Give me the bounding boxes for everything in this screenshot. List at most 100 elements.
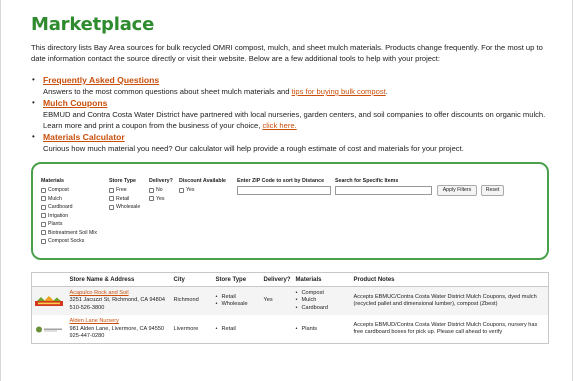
checkbox[interactable] — [41, 238, 46, 244]
checkbox[interactable] — [41, 230, 46, 236]
materials-cell: Plants — [294, 315, 352, 344]
checkbox[interactable] — [179, 187, 184, 193]
store-type-filter: Store Type Free Retail Wholesale — [109, 178, 140, 212]
filter-option-delivery-no[interactable]: No — [149, 186, 173, 195]
checkbox[interactable] — [149, 196, 154, 202]
tool-item-faq: • Frequently Asked Questions Answers to … — [32, 74, 559, 97]
store-phone: 925-447-0280 — [69, 333, 105, 340]
intro-text: This directory lists Bay Area sources fo… — [31, 43, 543, 63]
material-item: Compost — [296, 290, 350, 298]
stores-table: Store Name & Address City Store Type Del… — [31, 272, 549, 345]
material-item: Cardboard — [296, 305, 350, 313]
option-label: Compost Socks — [48, 238, 85, 245]
filter-option-delivery-yes[interactable]: Yes — [149, 195, 173, 204]
store-type-item: Retail — [216, 326, 260, 334]
material-item: Mulch — [296, 297, 350, 305]
faq-desc-end: . — [385, 87, 388, 96]
discount-filter: Discount Available Yes — [179, 178, 226, 195]
column-header-delivery: Delivery? — [261, 272, 294, 287]
checkbox[interactable] — [109, 196, 114, 202]
store-name-link[interactable]: Alden Lane Nursery — [70, 318, 170, 325]
option-label: Biotreatment Soil Mix — [48, 229, 98, 236]
search-items-input[interactable] — [335, 186, 432, 195]
store-type-cell: Retail Wholesale — [214, 287, 262, 316]
column-header-logo — [31, 272, 68, 287]
apply-filters-button[interactable]: Apply Filters — [437, 185, 477, 196]
checkbox[interactable] — [109, 204, 114, 210]
checkbox[interactable] — [41, 204, 46, 210]
delivery-cell: Yes — [263, 297, 273, 304]
checkbox[interactable] — [109, 187, 114, 193]
zip-filter: Enter ZIP Code to sort by Distance — [237, 178, 324, 186]
page-title: Marketplace — [31, 14, 155, 35]
option-label: No — [156, 187, 163, 194]
column-header-city: City — [171, 272, 214, 287]
filter-option-compost[interactable]: Compost — [41, 186, 97, 195]
filter-option-free[interactable]: Free — [109, 186, 140, 195]
bullet-icon: • — [32, 132, 35, 141]
bulk-compost-tips-link[interactable]: tips for buying bulk compost — [292, 87, 386, 96]
logo-cell — [32, 315, 68, 344]
store-type-item: Wholesale — [216, 301, 260, 309]
logo-cell — [32, 287, 68, 316]
filter-option-retail[interactable]: Retail — [109, 195, 140, 204]
search-filter-label: Search for Specific Items — [335, 178, 399, 184]
filter-option-biotreatment[interactable]: Biotreatment Soil Mix — [41, 229, 97, 238]
filter-option-irrigation[interactable]: Irrigation — [41, 212, 97, 221]
option-label: Plants — [48, 221, 63, 228]
zip-filter-label: Enter ZIP Code to sort by Distance — [237, 178, 325, 184]
store-type-filter-label: Store Type — [109, 178, 136, 184]
delivery-filter: Delivery? No Yes — [149, 178, 173, 203]
materials-calculator-link[interactable]: Materials Calculator — [43, 131, 559, 143]
store-cell: Alden Lane Nursery 981 Alden Lane, Liver… — [68, 315, 172, 344]
notes-cell: Accepts EBMUD/Contra Costa Water Distric… — [353, 321, 538, 336]
tools-list: • Frequently Asked Questions Answers to … — [32, 74, 559, 154]
tool-item-calculator: • Materials Calculator Curious how much … — [32, 131, 559, 154]
zip-code-input[interactable] — [237, 186, 331, 195]
store-type-item: Retail — [216, 294, 260, 302]
tool-item-coupons: • Mulch Coupons EBMUD and Contra Costa W… — [32, 97, 559, 131]
city-cell: Richmond — [173, 297, 199, 304]
page: Marketplace This directory lists Bay Are… — [0, 0, 573, 381]
delivery-cell — [262, 315, 294, 344]
option-label: Compost — [48, 187, 69, 194]
filter-panel: Materials Compost Mulch Cardboard Irriga… — [31, 162, 549, 260]
option-label: Yes — [186, 187, 195, 194]
materials-filter: Materials Compost Mulch Cardboard Irriga… — [41, 178, 97, 246]
checkbox[interactable] — [149, 187, 154, 193]
delivery-filter-label: Delivery? — [149, 178, 173, 184]
option-label: Wholesale — [116, 204, 141, 211]
mulch-coupons-link[interactable]: Mulch Coupons — [43, 97, 559, 109]
calculator-desc: Curious how much material you need? Our … — [43, 144, 464, 153]
checkbox[interactable] — [41, 196, 46, 202]
bullet-icon: • — [32, 75, 35, 84]
alden-lane-logo-icon — [36, 326, 62, 333]
filter-option-compost-socks[interactable]: Compost Socks — [41, 237, 97, 246]
column-header-notes: Product Notes — [351, 272, 549, 287]
filter-option-discount-yes[interactable]: Yes — [179, 186, 226, 195]
checkbox[interactable] — [41, 221, 46, 227]
store-name-link[interactable]: Acapulco Rock and Soil — [70, 290, 170, 297]
column-header-store-type: Store Type — [213, 272, 262, 287]
materials-filter-label: Materials — [41, 178, 64, 184]
store-type-cell: Retail — [214, 315, 262, 344]
checkbox[interactable] — [41, 213, 46, 219]
materials-cell: Compost Mulch Cardboard — [294, 287, 352, 316]
bullet-icon: • — [32, 98, 35, 107]
search-filter: Search for Specific Items — [335, 178, 398, 186]
table-row: Acapulco Rock and Soil 3251 Jacuzzi St, … — [31, 286, 549, 316]
filter-option-cardboard[interactable]: Cardboard — [41, 203, 97, 212]
acapulco-logo-icon — [35, 295, 63, 306]
checkbox[interactable] — [41, 187, 46, 193]
option-label: Mulch — [48, 195, 62, 202]
reset-button[interactable]: Reset — [481, 185, 504, 196]
option-label: Yes — [156, 195, 165, 202]
filter-option-mulch[interactable]: Mulch — [41, 195, 97, 204]
faq-link[interactable]: Frequently Asked Questions — [43, 74, 559, 86]
faq-desc-text: Answers to the most common questions abo… — [43, 87, 292, 96]
option-label: Retail — [116, 195, 130, 202]
filter-option-wholesale[interactable]: Wholesale — [109, 203, 140, 212]
filter-option-plants[interactable]: Plants — [41, 220, 97, 229]
store-phone: 510-526-3800 — [69, 304, 105, 311]
click-here-link[interactable]: click here. — [263, 121, 297, 130]
